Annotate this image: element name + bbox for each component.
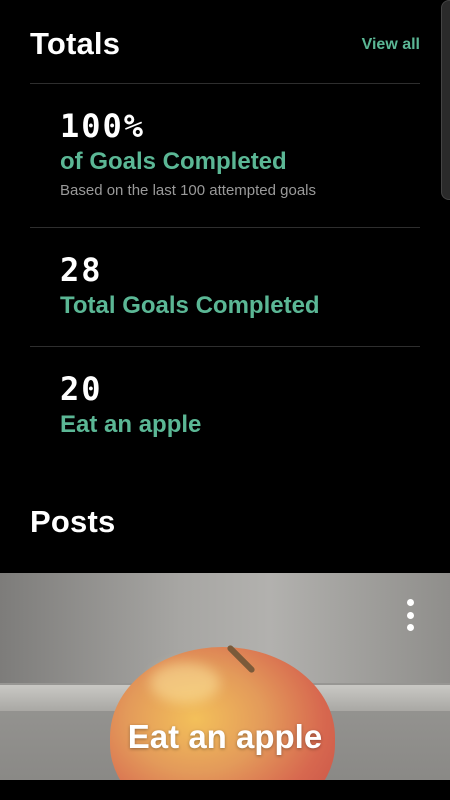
view-all-link[interactable]: View all [362, 36, 420, 54]
divider [30, 227, 420, 228]
stat-subtext: Based on the last 100 attempted goals [60, 182, 317, 199]
divider [30, 83, 420, 84]
stat-total-goals-completed: 28 Total Goals Completed [60, 250, 420, 322]
more-vert-icon[interactable] [398, 597, 422, 633]
scroll-handle[interactable] [441, 0, 450, 200]
stat-label: Eat an apple [60, 411, 202, 438]
post-title: Eat an apple [127, 718, 323, 755]
stat-value: 20 [60, 370, 103, 408]
menu-dot [406, 611, 414, 619]
stat-eat-an-apple: 20 Eat an apple [60, 369, 420, 441]
posts-title: Posts [30, 504, 116, 539]
apple-highlight [150, 663, 220, 703]
stat-value: 28 [60, 251, 103, 289]
stat-goals-completed-percent: 100% of Goals Completed Based on the las… [60, 106, 420, 202]
divider [30, 346, 420, 347]
totals-header: Totals View all [30, 22, 420, 66]
menu-dot [406, 599, 414, 606]
menu-dot [406, 624, 414, 631]
stat-label: of Goals Completed [60, 148, 287, 175]
app-screen: Totals View all 100% of Goals Completed … [0, 0, 450, 800]
post-card[interactable]: Eat an apple [0, 573, 450, 780]
stat-value: 100% [60, 107, 146, 145]
stat-label: Total Goals Completed [60, 292, 320, 319]
